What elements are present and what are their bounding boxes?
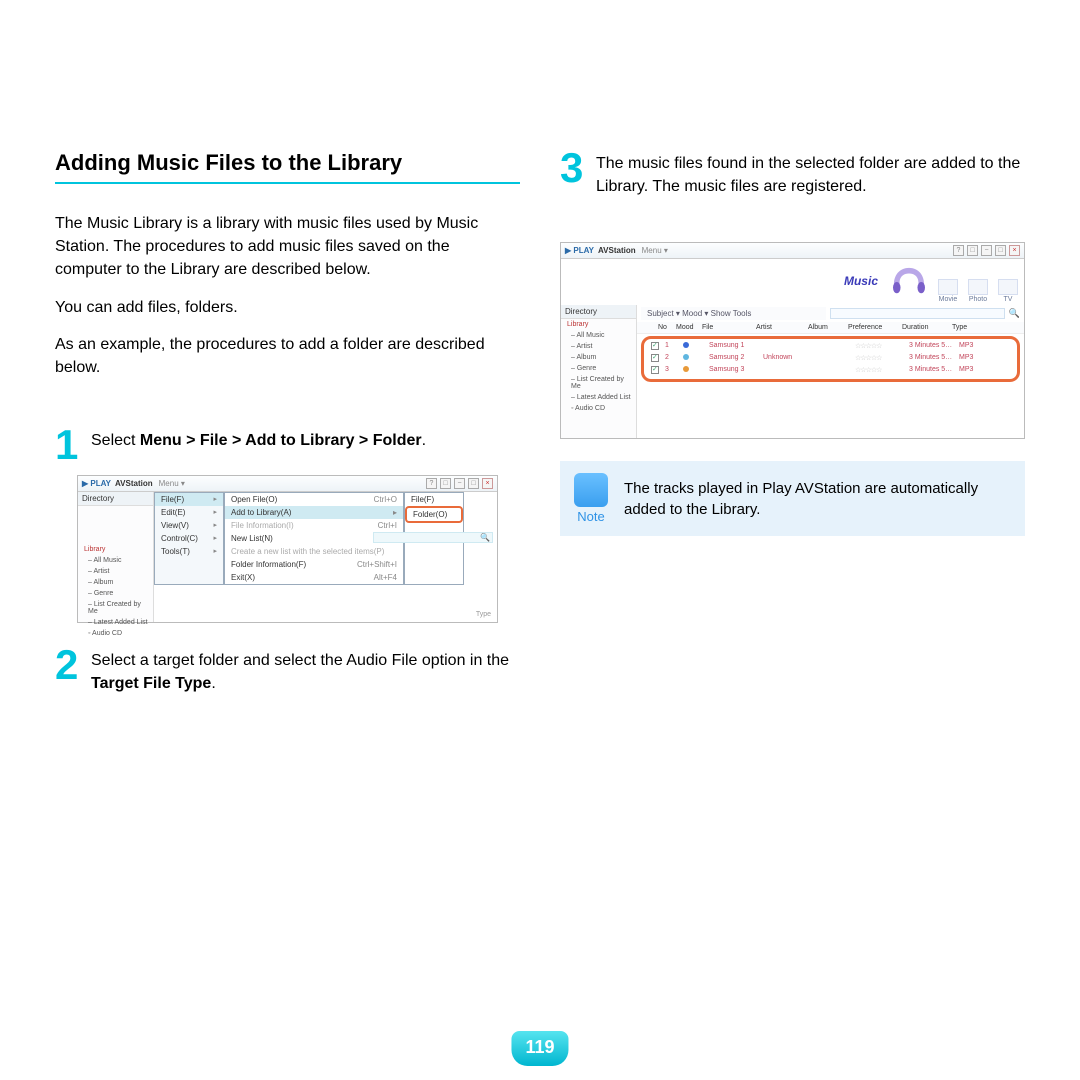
sidebar-item-album[interactable]: – Album	[561, 352, 636, 363]
note-icon	[574, 473, 608, 507]
app-title: AVStation	[115, 479, 153, 488]
headphones-icon	[890, 265, 928, 297]
app-title: AVStation	[598, 246, 636, 255]
table-row[interactable]: 2 Samsung 2 Unknown ☆☆☆☆☆ 3 Minutes 5… M…	[644, 353, 1017, 365]
sidebar-item-all-music[interactable]: – All Music	[78, 555, 153, 566]
note-text: The tracks played in Play AVStation are …	[624, 478, 1011, 520]
checkbox-icon[interactable]	[651, 342, 659, 350]
sidebar-item-artist[interactable]: – Artist	[561, 341, 636, 352]
intro-2: You can add files, folders.	[55, 296, 520, 319]
note-label: Note	[574, 509, 608, 524]
window-maximize-icon[interactable]: □	[967, 245, 978, 256]
submenu-add-to-library[interactable]: Add to Library(A)▸	[225, 506, 403, 519]
tracks-highlight-box: 1 Samsung 1 ☆☆☆☆☆ 3 Minutes 5… MP3 2	[641, 336, 1020, 382]
window-restore-icon[interactable]: □	[995, 245, 1006, 256]
mood-dot-icon	[683, 366, 689, 372]
sidebar-item-genre[interactable]: – Genre	[561, 363, 636, 374]
window-help-icon[interactable]: ?	[953, 245, 964, 256]
intro-3: As an example, the procedures to add a f…	[55, 333, 520, 379]
mode-movie[interactable]: Movie	[938, 279, 958, 303]
window-maximize-icon[interactable]: □	[440, 478, 451, 489]
screenshot-menu-open: ▶ PLAY AVStation Menu ▾ ? □ − □ × Direct…	[77, 475, 498, 623]
sidebar-item-all-music[interactable]: – All Music	[561, 330, 636, 341]
step-3-text: The music files found in the selected fo…	[596, 150, 1025, 198]
mood-dot-icon	[683, 342, 689, 348]
mode-photo[interactable]: Photo	[968, 279, 988, 303]
note-box: Note The tracks played in Play AVStation…	[560, 461, 1025, 536]
sidebar-item-genre[interactable]: – Genre	[78, 588, 153, 599]
step-3-number: 3	[560, 150, 588, 186]
window-help-icon[interactable]: ?	[426, 478, 437, 489]
menu-control[interactable]: Control(C)▸	[155, 532, 223, 545]
menu-tools[interactable]: Tools(T)▸	[155, 545, 223, 558]
menu-view[interactable]: View(V)▸	[155, 519, 223, 532]
submenu-folder-info[interactable]: Folder Information(F)Ctrl+Shift+I	[225, 558, 403, 571]
intro-1: The Music Library is a library with musi…	[55, 212, 520, 282]
sidebar-item-library[interactable]: Library	[561, 319, 636, 330]
sidebar-item-artist[interactable]: – Artist	[78, 566, 153, 577]
mode-tv[interactable]: TV	[998, 279, 1018, 303]
search-icon: 🔍	[1009, 308, 1020, 319]
checkbox-icon[interactable]	[651, 366, 659, 374]
sidebar-item-audio-cd[interactable]: ◦ Audio CD	[78, 628, 153, 639]
titlebar-menu[interactable]: Menu ▾	[642, 246, 668, 255]
app-logo: ▶ PLAY	[565, 246, 594, 255]
search-input[interactable]: 🔍	[373, 532, 493, 543]
search-input[interactable]	[830, 308, 1005, 319]
sidebar-item-latest[interactable]: – Latest Added List	[78, 617, 153, 628]
window-restore-icon[interactable]: □	[468, 478, 479, 489]
table-row[interactable]: 1 Samsung 1 ☆☆☆☆☆ 3 Minutes 5… MP3	[644, 341, 1017, 353]
table-header: No Mood File Artist Album Preference Dur…	[637, 322, 1024, 334]
mood-dot-icon	[683, 354, 689, 360]
window-minimize-icon[interactable]: −	[454, 478, 465, 489]
window-minimize-icon[interactable]: −	[981, 245, 992, 256]
menu-file[interactable]: File(F)▸	[155, 493, 223, 506]
column-type-label: Type	[476, 611, 491, 618]
submenu-exit[interactable]: Exit(X)Alt+F4	[225, 571, 403, 584]
app-logo: ▶ PLAY	[82, 479, 111, 488]
submenu3-folder[interactable]: Folder(O)	[405, 506, 463, 523]
sidebar-item-list-created[interactable]: – List Created by Me	[78, 599, 153, 617]
sidebar-item-library[interactable]: Library	[78, 544, 153, 555]
filter-bar[interactable]: Subject ▾ Mood ▾ Show Tools	[641, 307, 826, 320]
music-mode-label: Music	[844, 274, 878, 288]
page-number: 119	[511, 1031, 568, 1066]
sidebar-item-album[interactable]: – Album	[78, 577, 153, 588]
search-icon: 🔍	[480, 533, 490, 542]
screenshot-tracks-list: ▶ PLAY AVStation Menu ▾ ? □ − □ × Music …	[560, 242, 1025, 439]
section-heading: Adding Music Files to the Library	[55, 150, 520, 184]
menu-edit[interactable]: Edit(E)▸	[155, 506, 223, 519]
step-2-text: Select a target folder and select the Au…	[91, 647, 520, 695]
sidebar-item-latest[interactable]: – Latest Added List	[561, 392, 636, 403]
submenu-create-list[interactable]: Create a new list with the selected item…	[225, 545, 403, 558]
step-2-number: 2	[55, 647, 83, 683]
step-1-number: 1	[55, 427, 83, 463]
titlebar-menu[interactable]: Menu ▾	[159, 479, 185, 488]
step-1-text: Select Menu > File > Add to Library > Fo…	[91, 427, 520, 452]
sidebar-header: Directory	[78, 492, 153, 506]
checkbox-icon[interactable]	[651, 354, 659, 362]
window-close-icon[interactable]: ×	[1009, 245, 1020, 256]
sidebar-item-audio-cd[interactable]: ◦ Audio CD	[561, 403, 636, 414]
submenu-open-file[interactable]: Open File(O)Ctrl+O	[225, 493, 403, 506]
window-close-icon[interactable]: ×	[482, 478, 493, 489]
submenu-file-info[interactable]: File Information(I)Ctrl+I	[225, 519, 403, 532]
sidebar-header: Directory	[561, 305, 636, 319]
sidebar-item-list-created[interactable]: – List Created by Me	[561, 374, 636, 392]
table-row[interactable]: 3 Samsung 3 ☆☆☆☆☆ 3 Minutes 5… MP3	[644, 365, 1017, 377]
submenu3-file[interactable]: File(F)	[405, 493, 463, 506]
